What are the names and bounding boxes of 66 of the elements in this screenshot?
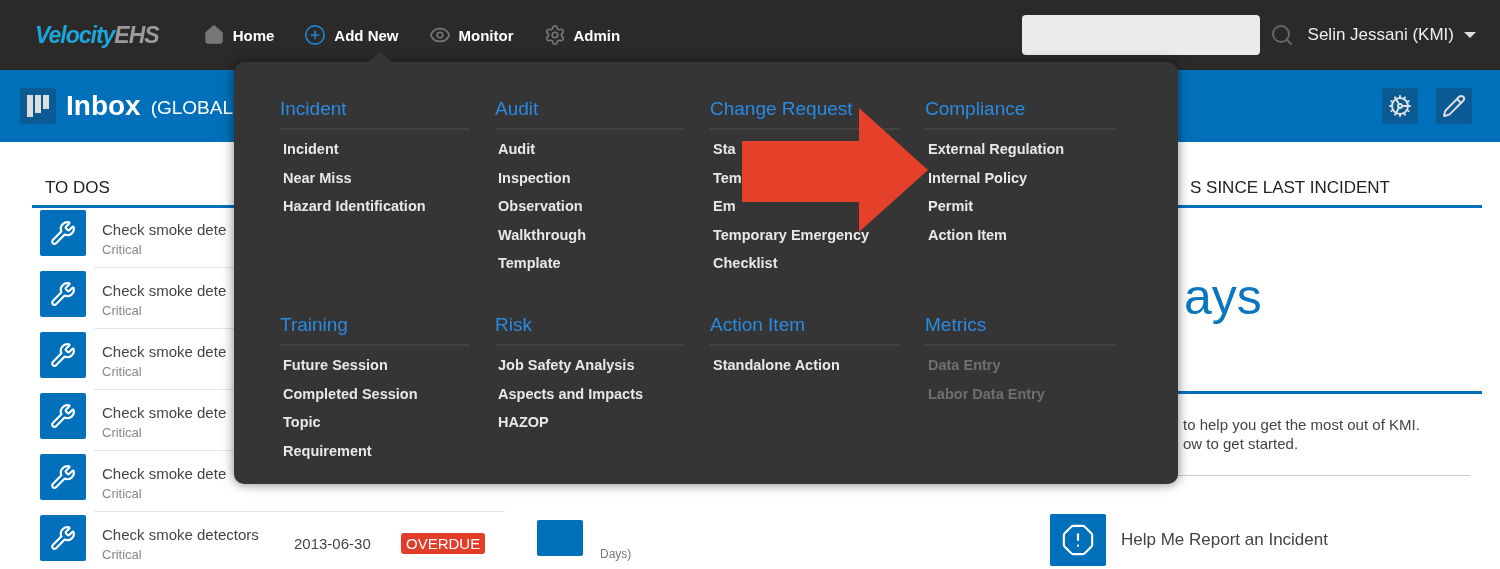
menu-item[interactable]: Action Item	[928, 225, 1007, 245]
help-link[interactable]: Help Me Report an Incident	[1050, 514, 1482, 566]
todo-priority: Critical	[102, 424, 143, 440]
wrench-icon	[40, 271, 86, 317]
scope-label: (GLOBAL	[150, 97, 234, 119]
search-field[interactable]	[1021, 15, 1260, 55]
nav-item[interactable]: Admin	[543, 24, 621, 46]
menu-item[interactable]: Template	[498, 254, 561, 274]
todo-priority: Critical	[102, 546, 143, 562]
menu-item[interactable]: Sta	[713, 140, 736, 159]
settings-button[interactable]	[1382, 88, 1418, 124]
nav-item[interactable]: Monitor	[428, 24, 514, 46]
menu-item[interactable]: Walkthrough	[498, 225, 587, 245]
edit-button[interactable]	[1436, 88, 1472, 124]
menu-item[interactable]: Em	[713, 197, 736, 217]
page-title: Inbox	[66, 90, 141, 122]
wrench-icon	[40, 393, 86, 439]
menu-item[interactable]: External Regulation	[928, 140, 1065, 159]
user-menu[interactable]: Selin Jessani (KMI)	[1307, 25, 1476, 45]
menu-heading: Metrics	[925, 314, 1115, 346]
menu-item[interactable]: Tem	[713, 168, 742, 188]
menu-heading: Action Item	[710, 314, 900, 346]
tile	[537, 520, 583, 556]
pencil-icon	[1442, 94, 1466, 118]
wrench-icon	[40, 210, 86, 256]
menu-heading: Risk	[495, 314, 685, 346]
menu-item[interactable]: Topic	[283, 413, 321, 433]
menu-heading: Audit	[495, 98, 685, 130]
nav-item[interactable]: Home	[202, 24, 275, 46]
menu-item[interactable]: Audit	[498, 140, 536, 159]
menu-heading: Training	[280, 314, 470, 346]
columns-icon	[20, 88, 56, 124]
wrench-icon	[40, 332, 86, 378]
note-text: Days)	[600, 547, 632, 563]
menu-heading: Compliance	[925, 98, 1115, 130]
settings-icon	[543, 24, 566, 46]
menu-item[interactable]: Job Safety Analysis	[498, 356, 635, 375]
wrench-icon	[40, 454, 86, 500]
menu-item[interactable]: HAZOP	[498, 413, 549, 433]
menu-item[interactable]: Checklist	[713, 254, 778, 274]
todo-date: 2013-06-30	[294, 535, 372, 552]
todo-priority: Critical	[102, 302, 143, 318]
help-text: to help you get the most out of KMI.	[1183, 416, 1421, 433]
menu-item[interactable]: Temporary Emergency	[713, 225, 870, 245]
status-badge: OVERDUE	[401, 533, 486, 554]
nav-item[interactable]: Add New	[304, 24, 399, 46]
home-icon	[202, 24, 225, 46]
plus-icon	[304, 24, 327, 46]
todo-title[interactable]: Check smoke detectors	[102, 525, 294, 543]
menu-item[interactable]: Future Session	[283, 356, 388, 375]
logo[interactable]: VelocityEHS	[35, 21, 159, 49]
search-icon[interactable]	[1269, 23, 1294, 47]
menu-heading: Incident	[280, 98, 470, 130]
todo-priority: Critical	[102, 485, 143, 501]
alert-icon	[1050, 514, 1106, 566]
menu-item[interactable]: Requirement	[283, 441, 372, 461]
wrench-icon	[40, 515, 86, 561]
menu-item[interactable]: Incident	[283, 140, 339, 159]
menu-item[interactable]: Internal Policy	[928, 168, 1028, 188]
menu-item[interactable]: Completed Session	[283, 384, 418, 404]
menu-item[interactable]: Standalone Action	[713, 356, 840, 375]
menu-item[interactable]: Permit	[928, 197, 974, 217]
gear-icon	[1388, 94, 1412, 118]
todo-priority: Critical	[102, 241, 143, 257]
menu-item[interactable]: Aspects and Impacts	[498, 384, 644, 404]
help-text: ow to get started.	[1183, 435, 1300, 452]
